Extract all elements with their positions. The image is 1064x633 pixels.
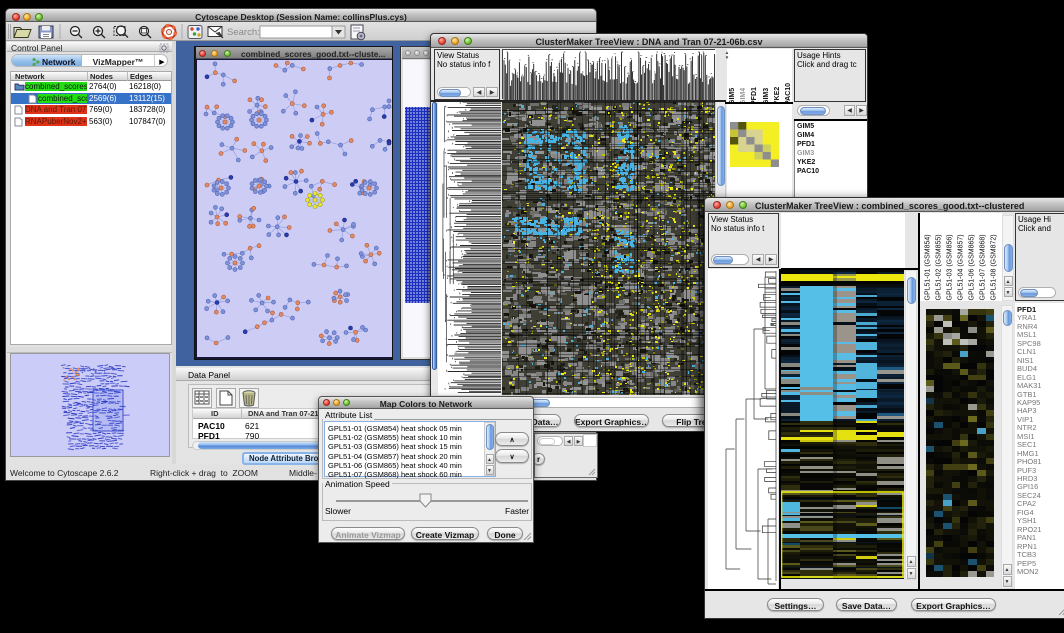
svg-text:Search:: Search:	[227, 27, 260, 38]
